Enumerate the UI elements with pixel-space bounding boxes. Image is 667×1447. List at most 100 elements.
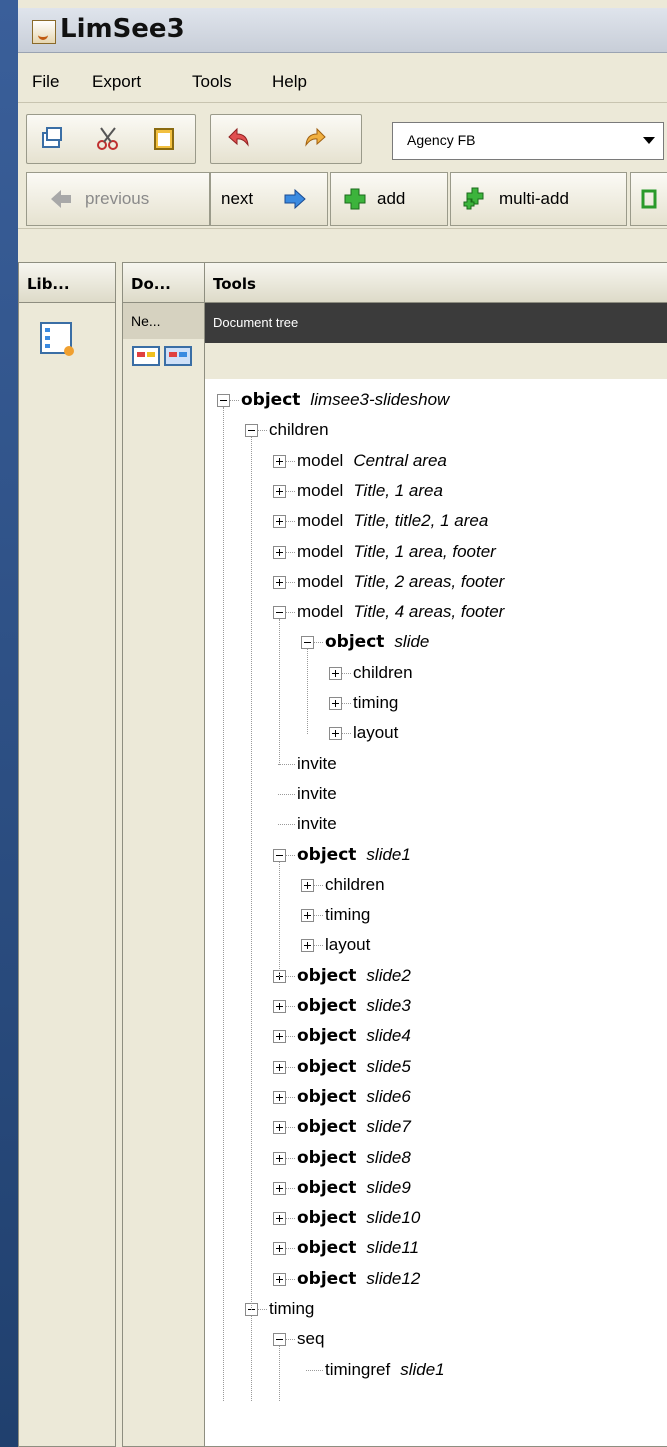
expand-icon[interactable] — [329, 697, 342, 710]
expand-icon[interactable] — [301, 878, 314, 892]
tree-connector — [258, 1309, 267, 1310]
expand-icon[interactable] — [273, 1242, 286, 1256]
add-button[interactable]: add — [330, 172, 448, 226]
tree-node-type: timingref — [325, 1359, 391, 1379]
tree-connector — [258, 430, 267, 432]
document-list-item[interactable]: Ne... — [123, 303, 205, 339]
expand-icon[interactable] — [273, 1212, 286, 1226]
expand-icon[interactable] — [329, 727, 342, 741]
collapse-icon[interactable] — [245, 424, 258, 438]
tree-node-label: children — [269, 415, 329, 445]
tree-node-type: invite — [297, 814, 337, 834]
expand-icon[interactable] — [273, 1121, 286, 1135]
tree-node-name: Title, 1 area, footer — [353, 541, 496, 561]
tree-node-label: invite — [297, 779, 337, 809]
tools-panel-header[interactable]: Tools — [204, 262, 667, 304]
tree-connector — [278, 793, 295, 795]
collapse-icon[interactable] — [217, 394, 230, 407]
tree-node-name: slide2 — [366, 965, 411, 985]
tree-connector — [278, 763, 295, 765]
library-panel-header[interactable]: Lib... — [18, 262, 116, 304]
undo-icon[interactable] — [223, 123, 253, 153]
expand-icon[interactable] — [273, 1181, 286, 1195]
navigation-toolbar: previous next add multi-add — [18, 172, 667, 229]
expand-icon[interactable] — [273, 1030, 286, 1044]
cut-icon[interactable] — [93, 123, 123, 153]
tree-connector — [286, 581, 295, 583]
title-bar[interactable]: LimSee3 — [18, 8, 667, 53]
expand-icon[interactable] — [273, 484, 286, 498]
expand-icon[interactable] — [273, 575, 286, 589]
tree-connector — [286, 1218, 295, 1220]
tools-panel: Document tree object limsee3-slideshow chi… — [204, 302, 667, 1447]
tree-guide-line — [279, 861, 280, 977]
tree-node-name: slide1 — [366, 844, 411, 864]
tree-connector — [286, 854, 295, 856]
tree-node-type: object — [297, 996, 357, 1016]
tree-node-label: model Central area — [297, 446, 447, 476]
tree-node-name: limsee3-slideshow — [310, 390, 450, 409]
tree-guide-line — [251, 437, 252, 1310]
expand-icon[interactable] — [273, 1000, 286, 1013]
tree-connector — [286, 612, 295, 614]
tree-connector — [286, 1127, 295, 1129]
expand-icon[interactable] — [273, 454, 286, 468]
tree-node-type: model — [297, 602, 344, 622]
tree-connector — [286, 1248, 295, 1250]
expand-icon[interactable] — [273, 515, 286, 529]
tree-connector — [286, 1157, 295, 1159]
tree-node-label: object slide9 — [297, 1173, 411, 1203]
tree-node-type: object — [297, 965, 357, 986]
arrow-right-icon — [284, 188, 306, 210]
tree-node-name: Title, 2 areas, footer — [353, 571, 505, 591]
tree-connector — [314, 642, 323, 644]
tree-connector — [286, 1278, 295, 1280]
menu-tools[interactable]: Tools — [192, 72, 232, 92]
tree-node-type: object — [297, 1238, 357, 1259]
tree-node-name: slide11 — [366, 1238, 420, 1258]
tree-connector — [286, 490, 295, 492]
history-group — [210, 114, 362, 164]
expand-icon[interactable] — [273, 1060, 286, 1074]
collapse-icon[interactable] — [273, 606, 286, 620]
tree-node-type: children — [325, 874, 385, 894]
tree-node-type: layout — [325, 935, 371, 955]
clipped-button[interactable] — [630, 172, 667, 226]
copy-icon[interactable] — [37, 123, 67, 153]
redo-icon[interactable] — [301, 123, 331, 153]
menu-help[interactable]: Help — [272, 72, 307, 92]
expand-icon[interactable] — [273, 1272, 286, 1286]
tree-node-type: object — [297, 1268, 357, 1289]
tree-node-type: timing — [325, 905, 371, 925]
next-button[interactable]: next — [210, 172, 328, 226]
tree-node-label: timing — [353, 688, 398, 718]
collapse-icon[interactable] — [273, 848, 286, 862]
tree-node-name: slide7 — [366, 1117, 411, 1137]
tree-node-type: model — [297, 511, 344, 531]
font-family-select[interactable]: Agency FB — [392, 122, 664, 160]
tree-node-type: seq — [297, 1329, 325, 1349]
tree-node-type: timing — [269, 1299, 315, 1318]
menu-export[interactable]: Export — [92, 72, 141, 92]
tree-node-name: slide5 — [366, 1056, 411, 1076]
expand-icon[interactable] — [273, 1151, 286, 1165]
collapse-icon[interactable] — [301, 636, 314, 650]
tree-node-label: object slide3 — [297, 991, 411, 1021]
paste-icon[interactable] — [149, 123, 179, 153]
tree-connector — [286, 1006, 295, 1007]
expand-icon[interactable] — [273, 1090, 286, 1104]
layout-view-icons[interactable] — [131, 345, 195, 367]
previous-button[interactable]: previous — [26, 172, 210, 226]
expand-icon[interactable] — [301, 939, 314, 953]
expand-icon[interactable] — [273, 545, 286, 559]
document-panel-header[interactable]: Do... — [122, 262, 206, 304]
tree-node-name: slide6 — [366, 1086, 411, 1106]
library-item-icon[interactable] — [35, 317, 79, 361]
app-window: LimSee3 File Export Tools Help Agency FB… — [18, 0, 667, 1447]
collapse-icon[interactable] — [273, 1333, 286, 1347]
menu-file[interactable]: File — [32, 72, 59, 92]
multi-add-button[interactable]: multi-add — [450, 172, 627, 226]
tree-node-type: model — [297, 541, 344, 561]
expand-icon[interactable] — [329, 666, 342, 680]
expand-icon[interactable] — [301, 909, 314, 923]
